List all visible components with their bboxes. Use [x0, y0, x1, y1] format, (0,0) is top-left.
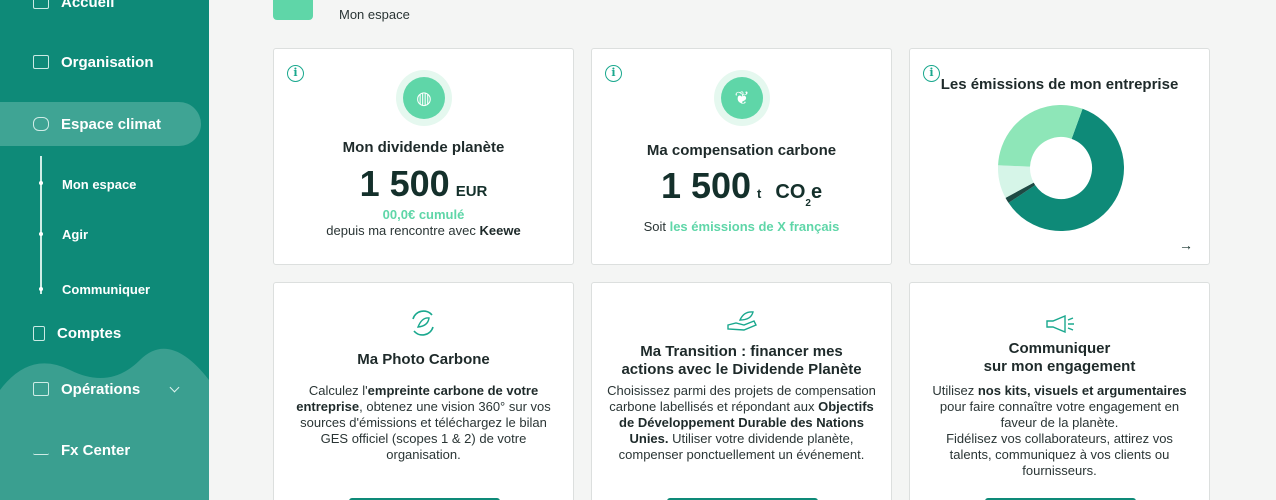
sidebar-item-comptes[interactable]: Comptes	[0, 311, 121, 355]
emissions-link[interactable]: les émissions de X français	[670, 219, 840, 234]
card-emissions: i Les émissions de mon entreprise →	[909, 48, 1210, 265]
trend-chart-icon	[33, 445, 49, 455]
card-transition: Ma Transition : financer mes actions ave…	[591, 282, 892, 500]
desc-part: Utilisez	[932, 383, 978, 398]
sidebar: Accueil Organisation Espace climat Mon e…	[0, 0, 209, 500]
since-text: depuis ma rencontre avec	[326, 223, 480, 238]
compensation-amount: 1 500	[660, 165, 752, 206]
card-communiquer: Communiquer sur mon engagement Utilisez …	[909, 282, 1210, 500]
submenu-line	[40, 156, 42, 294]
card-title-line1: Ma Transition : financer mes	[640, 343, 843, 360]
sidebar-item-label: Comptes	[57, 324, 122, 342]
card-compensation: i ❦ Ma compensation carbone 1 500 t CO2e S…	[591, 48, 892, 265]
sidebar-item-label: Organisation	[61, 53, 154, 71]
sidebar-item-organisation[interactable]: Organisation	[0, 40, 154, 84]
card-description: Choisissez parmi des projets de compensa…	[592, 383, 891, 463]
dividend-since: depuis ma rencontre avec Keewe	[274, 223, 573, 239]
card-title: Ma compensation carbone	[646, 142, 837, 159]
megaphone-icon	[1046, 315, 1074, 333]
desc-part: Calculez l'	[308, 383, 368, 398]
refresh-leaf-icon	[412, 310, 434, 336]
card-title: Les émissions de mon entreprise	[940, 76, 1179, 93]
card-title: Ma Photo Carbone	[357, 351, 490, 368]
sidebar-subitem-agir[interactable]: Agir	[62, 227, 88, 242]
soit-text: Soit	[643, 219, 670, 234]
home-icon	[33, 0, 49, 9]
brand-name: Keewe	[479, 223, 521, 238]
info-icon[interactable]: i	[605, 65, 622, 82]
unit-tonnes: t	[757, 186, 762, 201]
card-dividende: i ◍ Mon dividende planète 1 500 EUR 00,0€…	[273, 48, 574, 265]
desc-bold: nos kits, visuels et argumentaires	[977, 383, 1187, 398]
sidebar-item-espace-climat[interactable]: Espace climat	[0, 102, 201, 146]
dividend-unit: EUR	[455, 183, 488, 200]
sidebar-subitem-communiquer[interactable]: Communiquer	[62, 282, 150, 297]
desc-part: pour faire connaître votre engagement en…	[939, 399, 1180, 430]
info-icon[interactable]: i	[287, 65, 304, 82]
card-title-line2: sur mon engagement	[983, 358, 1136, 375]
submenu-dot	[39, 287, 43, 291]
submenu-dot	[39, 181, 43, 185]
briefcase-icon	[33, 55, 49, 69]
card-photo-carbone: Ma Photo Carbone Calculez l'empreinte ca…	[273, 282, 574, 500]
unit-co: CO	[775, 181, 806, 203]
planet-icon: ◍	[396, 70, 452, 126]
sidebar-item-fx-center[interactable]: Fx Center	[0, 428, 130, 472]
money-icon	[33, 382, 49, 396]
emissions-donut-chart	[998, 105, 1124, 231]
page-header-icon	[273, 0, 313, 20]
sidebar-item-operations[interactable]: Opérations	[0, 367, 140, 411]
desc-part: Fidélisez vos collaborateurs, attirez vo…	[946, 431, 1173, 478]
hand-leaf-icon	[727, 311, 757, 331]
sidebar-item-label: Opérations	[61, 380, 141, 398]
world-map-decoration	[0, 348, 209, 500]
dividend-amount: 1 500	[359, 163, 450, 204]
dividend-value: 1 500 EUR	[274, 163, 573, 205]
dividend-cumul: 00,0€ cumulé	[274, 207, 573, 223]
sidebar-item-label: Accueil	[61, 0, 115, 11]
unit-e: e	[810, 181, 823, 203]
page-subtitle: Mon espace	[339, 7, 410, 22]
compensation-soit: Soit les émissions de X français	[592, 219, 891, 235]
card-description: Utilisez nos kits, visuels et argumentai…	[910, 383, 1209, 479]
cumul-text: 00,0€ cumulé	[382, 207, 465, 222]
sidebar-item-label: Fx Center	[61, 441, 131, 459]
compensation-value: 1 500 t CO2e	[592, 165, 891, 209]
sidebar-item-label: Espace climat	[61, 115, 162, 133]
submenu-dot	[39, 232, 43, 236]
arrow-right-icon[interactable]: →	[1179, 237, 1193, 253]
card-title-line1: Communiquer	[1008, 340, 1111, 357]
leaf-icon: ❦	[714, 70, 770, 126]
cloud-sun-icon	[33, 117, 49, 131]
document-icon	[33, 325, 45, 341]
sidebar-subitem-mon-espace[interactable]: Mon espace	[62, 177, 136, 192]
sidebar-item-accueil[interactable]: Accueil	[0, 0, 114, 24]
card-description: Calculez l'empreinte carbone de votre en…	[274, 383, 573, 463]
card-title: Mon dividende planète	[342, 139, 505, 156]
card-title-line2: actions avec le Dividende Planète	[621, 361, 862, 378]
